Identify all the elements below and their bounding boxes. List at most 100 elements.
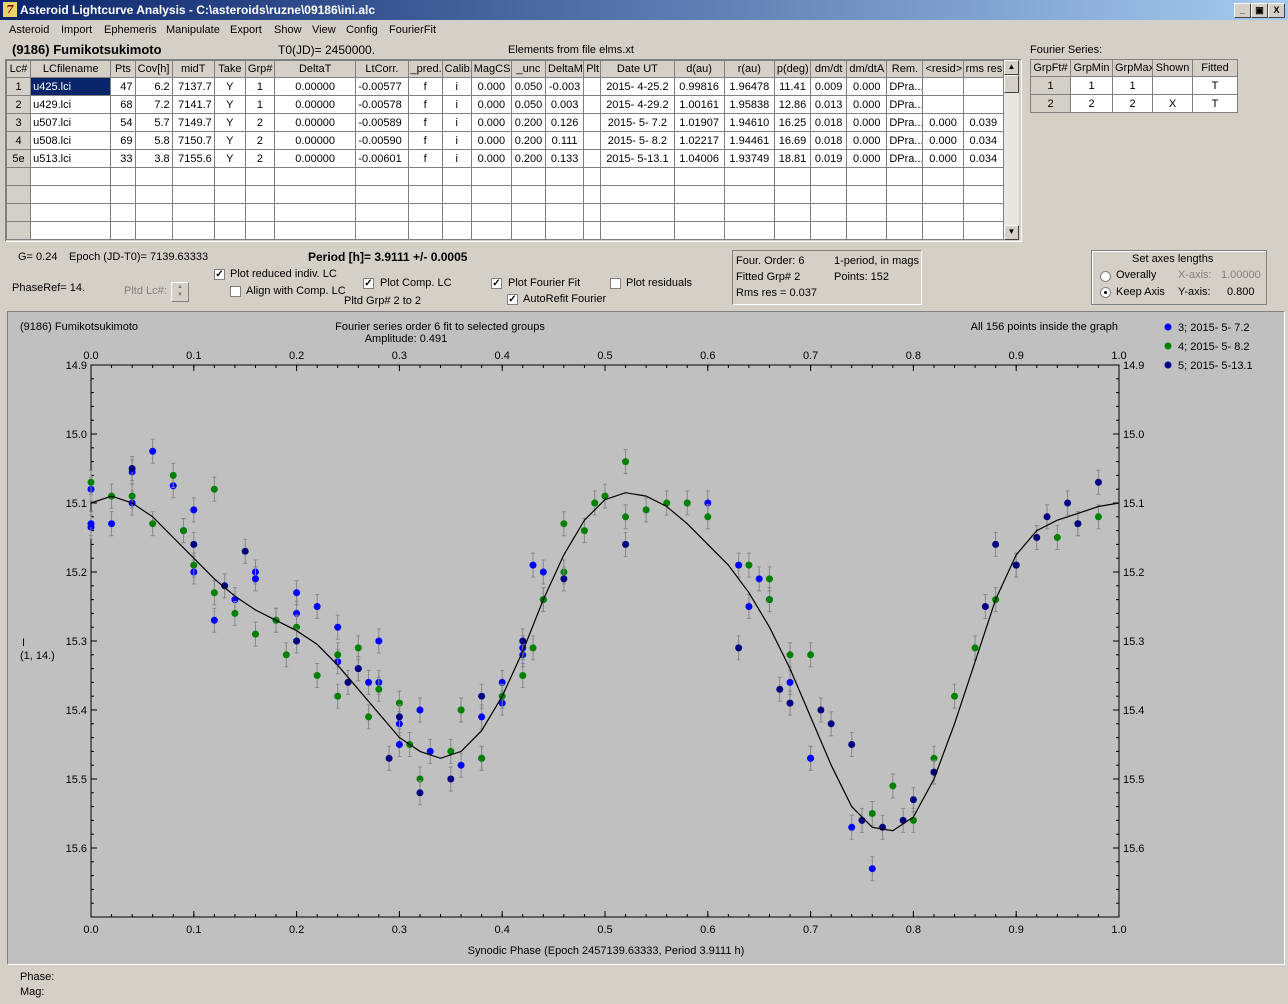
table-cell[interactable]	[583, 113, 602, 132]
table-cell[interactable]: 0.000	[470, 131, 512, 150]
table-cell[interactable]: 0.034	[962, 131, 1005, 150]
lc-column-header[interactable]: midT	[171, 60, 215, 78]
table-cell[interactable]: 1.94461	[723, 131, 775, 150]
table-cell[interactable]: 5.8	[134, 131, 173, 150]
table-cell[interactable]	[134, 203, 173, 222]
table-cell[interactable]: T	[1192, 94, 1238, 113]
table-cell[interactable]	[441, 167, 472, 186]
table-cell[interactable]: 0.000	[846, 149, 888, 168]
row-header[interactable]	[6, 185, 32, 204]
table-cell[interactable]	[510, 185, 547, 204]
table-cell[interactable]: 1.00161	[673, 95, 725, 114]
menu-export[interactable]: Export	[230, 24, 262, 36]
table-cell[interactable]	[213, 203, 246, 222]
plot-residuals-checkbox[interactable]	[610, 278, 621, 289]
table-cell[interactable]: 0.000	[846, 95, 888, 114]
table-cell[interactable]	[673, 221, 725, 240]
table-cell[interactable]: f	[407, 95, 443, 114]
table-row[interactable]: 3 u507.lci 54 5.7 7149.7 Y 2 0.00000 -0.00589 f i 0…	[6, 113, 1005, 132]
table-cell[interactable]	[171, 203, 215, 222]
table-cell[interactable]: 5.7	[134, 113, 173, 132]
table-cell[interactable]	[583, 203, 602, 222]
table-cell[interactable]: 2	[244, 131, 276, 150]
table-cell[interactable]	[922, 77, 964, 96]
table-cell[interactable]: T	[1192, 76, 1238, 95]
table-cell[interactable]: 0.000	[470, 113, 512, 132]
lc-column-header[interactable]: _pred.	[407, 60, 443, 78]
table-cell[interactable]: -0.00601	[355, 149, 409, 168]
table-cell[interactable]: 0.99816	[673, 77, 725, 96]
lc-column-header[interactable]: DeltaT	[274, 60, 357, 78]
table-cell[interactable]	[407, 203, 443, 222]
table-cell[interactable]	[213, 167, 246, 186]
lc-column-header[interactable]: Take	[213, 60, 246, 78]
table-cell[interactable]: 2015- 5- 8.2	[600, 131, 675, 150]
table-cell[interactable]	[110, 203, 136, 222]
table-cell[interactable]	[441, 185, 472, 204]
scroll-thumb[interactable]	[1004, 75, 1019, 93]
table-cell[interactable]	[846, 203, 888, 222]
table-cell[interactable]: f	[407, 149, 443, 168]
table-cell[interactable]: 7150.7	[171, 131, 215, 150]
table-cell[interactable]: Y	[213, 149, 246, 168]
table-cell[interactable]	[723, 203, 775, 222]
table-cell[interactable]	[583, 77, 602, 96]
table-cell[interactable]: DPra...	[886, 77, 924, 96]
table-cell[interactable]	[723, 221, 775, 240]
table-cell[interactable]: 0.200	[510, 131, 547, 150]
lc-column-header[interactable]: Calib.	[441, 60, 472, 78]
table-cell[interactable]: 2	[244, 113, 276, 132]
spinner-up-icon[interactable]: ▲	[172, 283, 188, 291]
row-header[interactable]	[6, 221, 32, 240]
table-row[interactable]: 1 u425.lci 47 6.2 7137.7 Y 1 0.00000 -0.00577 f i 0…	[6, 77, 1005, 96]
table-cell[interactable]	[244, 221, 276, 240]
table-cell[interactable]: 0.018	[810, 113, 848, 132]
table-cell[interactable]	[583, 221, 602, 240]
table-cell[interactable]: 0.000	[470, 95, 512, 114]
table-cell[interactable]	[810, 221, 848, 240]
lc-column-header[interactable]: Pts	[110, 60, 136, 78]
table-cell[interactable]	[583, 185, 602, 204]
table-cell[interactable]	[922, 203, 964, 222]
table-cell[interactable]: 2015- 5-13.1	[600, 149, 675, 168]
table-cell[interactable]	[470, 167, 512, 186]
table-cell[interactable]: 1	[1112, 76, 1153, 95]
menu-import[interactable]: Import	[61, 24, 92, 36]
table-cell[interactable]: 16.69	[773, 131, 812, 150]
table-cell[interactable]: 1.93749	[723, 149, 775, 168]
lc-column-header[interactable]: d(au)	[673, 60, 725, 78]
table-cell[interactable]: 0.200	[510, 113, 547, 132]
table-cell[interactable]: 11.41	[773, 77, 812, 96]
table-cell[interactable]	[886, 167, 924, 186]
table-cell[interactable]: 2015- 4-25.2	[600, 77, 675, 96]
table-cell[interactable]	[213, 221, 246, 240]
menu-view[interactable]: View	[312, 24, 336, 36]
table-cell[interactable]: 0.000	[846, 77, 888, 96]
table-cell[interactable]: -0.00590	[355, 131, 409, 150]
table-cell[interactable]: Y	[213, 77, 246, 96]
table-cell[interactable]: 7137.7	[171, 77, 215, 96]
table-cell[interactable]	[30, 203, 112, 222]
table-cell[interactable]	[723, 167, 775, 186]
close-button[interactable]: X	[1268, 3, 1285, 18]
menu-config[interactable]: Config	[346, 24, 378, 36]
table-cell[interactable]: u513.lci	[30, 149, 112, 168]
table-cell[interactable]: 0.000	[470, 149, 512, 168]
menu-asteroid[interactable]: Asteroid	[9, 24, 49, 36]
table-row[interactable]: 4 u508.lci 69 5.8 7150.7 Y 2 0.00000 -0.00590 f i 0…	[6, 131, 1005, 150]
table-cell[interactable]	[355, 203, 409, 222]
table-cell[interactable]	[723, 185, 775, 204]
table-cell[interactable]	[886, 203, 924, 222]
lightcurve-plot-area[interactable]: (9186) Fumikotsukimoto Fourier series or…	[7, 311, 1285, 965]
table-cell[interactable]	[583, 95, 602, 114]
table-cell[interactable]	[545, 185, 585, 204]
table-row[interactable]: 5e u513.lci 33 3.8 7155.6 Y 2 0.00000 -0.00601 f i…	[6, 149, 1005, 168]
table-cell[interactable]	[962, 185, 1005, 204]
pltd-lc-spinner[interactable]: ▲ ▼	[171, 282, 189, 302]
table-cell[interactable]: 0.018	[810, 131, 848, 150]
lc-column-header[interactable]: MagCS	[470, 60, 512, 78]
table-cell[interactable]: DPra...	[886, 131, 924, 150]
table-cell[interactable]	[962, 95, 1005, 114]
table-cell[interactable]: 7149.7	[171, 113, 215, 132]
table-cell[interactable]	[244, 185, 276, 204]
